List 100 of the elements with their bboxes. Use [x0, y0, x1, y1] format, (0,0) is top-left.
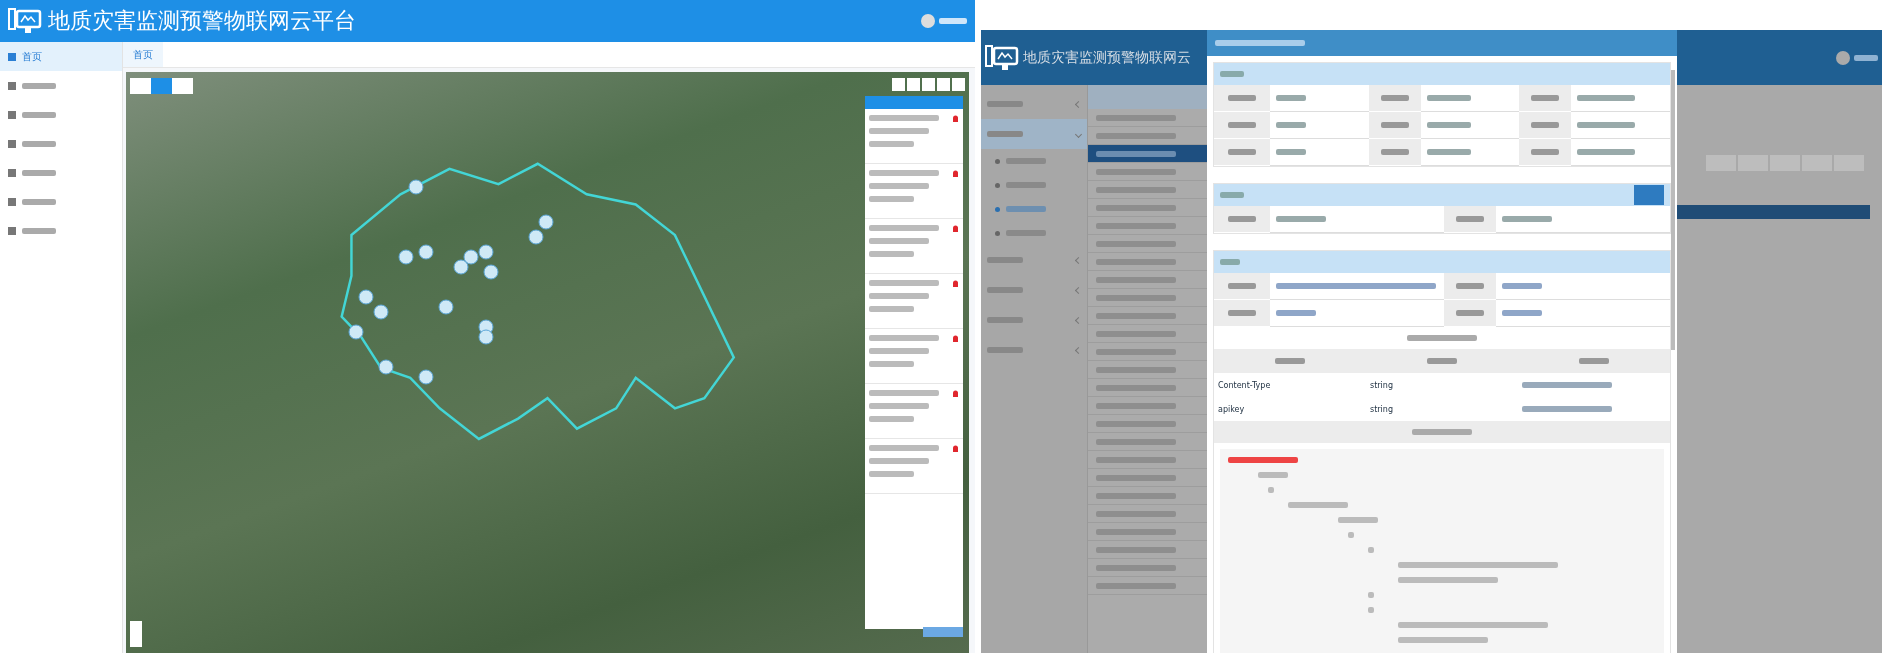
menu-icon	[8, 110, 16, 119]
blurred-text	[1006, 182, 1046, 188]
blurred-text	[869, 196, 914, 202]
blurred-text	[1276, 122, 1306, 128]
blurred-text	[1348, 532, 1354, 538]
blurred-text	[869, 238, 929, 244]
blurred-text	[1220, 259, 1240, 265]
station-marker[interactable]	[463, 249, 479, 265]
alarm-icon	[952, 445, 959, 453]
blurred-text	[1531, 95, 1560, 101]
station-marker[interactable]	[373, 304, 389, 320]
blurred-text	[1456, 283, 1484, 289]
station-marker[interactable]	[478, 329, 494, 345]
alarm-icon	[952, 170, 959, 178]
blurred-text	[1579, 358, 1609, 364]
sidebar-item[interactable]: 首页	[0, 42, 122, 71]
blurred-text	[869, 335, 939, 341]
blurred-text	[22, 111, 56, 118]
param-type: string	[1369, 379, 1394, 392]
blurred-text	[1006, 230, 1046, 236]
blurred-text	[1427, 358, 1457, 364]
blurred-text	[1380, 122, 1409, 128]
blurred-text	[22, 140, 56, 147]
blurred-text	[987, 287, 1023, 293]
blurred-text	[869, 361, 914, 367]
station-marker[interactable]	[418, 369, 434, 385]
menu-icon	[8, 168, 16, 177]
scrollbar[interactable]	[1671, 70, 1675, 350]
menu-icon	[8, 139, 16, 148]
blurred-text	[1854, 54, 1878, 61]
blurred-text	[1338, 517, 1378, 523]
blurred-text	[869, 251, 914, 257]
alarm-icon	[952, 225, 959, 233]
blurred-text	[1220, 71, 1244, 77]
blurred-text	[1380, 95, 1409, 101]
station-marker[interactable]	[408, 179, 424, 195]
blurred-text	[1276, 95, 1306, 101]
blurred-text	[1288, 502, 1348, 508]
blurred-text	[22, 169, 56, 176]
station-marker[interactable]	[478, 244, 494, 260]
blurred-text	[1368, 607, 1374, 613]
blurred-text	[1275, 358, 1305, 364]
param-name: apikey	[1217, 403, 1246, 416]
alarm-icon	[952, 335, 959, 343]
blurred-text	[1407, 335, 1477, 341]
blurred-text	[869, 128, 929, 134]
blurred-text	[1577, 95, 1636, 101]
blurred-text	[1228, 283, 1256, 289]
blurred-text	[869, 170, 939, 176]
station-marker[interactable]	[398, 249, 414, 265]
blurred-text	[869, 141, 914, 147]
param-type: string	[1369, 403, 1394, 416]
alarm-icon	[952, 115, 959, 123]
blurred-text	[1456, 310, 1484, 316]
blurred-text	[1426, 95, 1471, 101]
station-marker[interactable]	[538, 214, 554, 230]
blurred-text	[987, 257, 1023, 263]
blurred-text	[869, 445, 939, 451]
blurred-text	[1380, 149, 1409, 155]
menu-icon	[8, 52, 16, 61]
blurred-text	[1368, 592, 1374, 598]
sidebar-item[interactable]	[981, 119, 1087, 149]
alarm-icon	[952, 390, 959, 398]
blurred-text	[1531, 149, 1560, 155]
blurred-text	[987, 131, 1023, 137]
blurred-text	[1006, 158, 1046, 164]
station-marker[interactable]	[378, 359, 394, 375]
blurred-text	[1412, 429, 1472, 435]
menu-icon	[8, 226, 16, 235]
monitor-icon	[8, 7, 42, 35]
blurred-text	[1268, 487, 1274, 493]
avatar[interactable]	[1836, 50, 1850, 65]
blurred-text	[1006, 206, 1046, 212]
blurred-text	[1228, 310, 1256, 316]
station-marker[interactable]	[528, 229, 544, 245]
app-title: 地质灾害监测预警物联网云	[1023, 48, 1191, 67]
blurred-text	[1368, 547, 1374, 553]
station-marker[interactable]	[438, 299, 454, 315]
avatar[interactable]	[921, 14, 935, 28]
blurred-text	[987, 317, 1023, 323]
blurred-text	[869, 115, 939, 121]
blurred-text	[1502, 283, 1542, 289]
blurred-text	[1228, 149, 1256, 155]
station-marker[interactable]	[483, 264, 499, 280]
blurred-text	[869, 348, 929, 354]
blurred-text	[869, 280, 939, 286]
blurred-text	[869, 293, 929, 299]
station-marker[interactable]	[453, 259, 469, 275]
station-marker[interactable]	[358, 289, 374, 305]
blurred-text	[1502, 310, 1542, 316]
blurred-text	[987, 347, 1023, 353]
station-marker[interactable]	[418, 244, 434, 260]
tab[interactable]: 首页	[123, 42, 163, 67]
station-marker[interactable]	[348, 324, 364, 340]
blurred-text	[1228, 95, 1256, 101]
blurred-text	[1276, 216, 1326, 222]
blurred-text	[22, 82, 56, 89]
blurred-text	[987, 101, 1023, 107]
blurred-text	[1276, 310, 1316, 316]
app-title: 地质灾害监测预警物联网云平台	[48, 7, 356, 35]
